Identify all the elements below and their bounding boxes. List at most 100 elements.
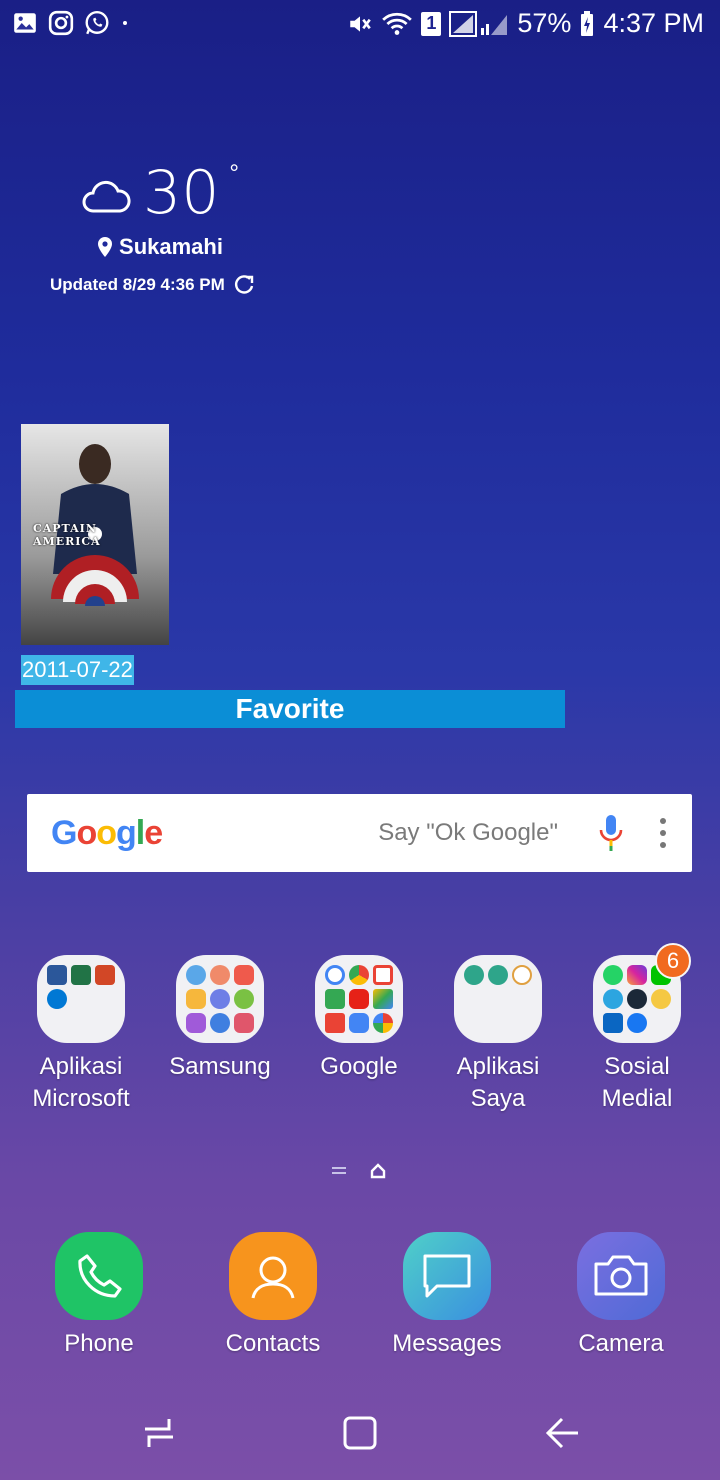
location-pin-icon (98, 237, 113, 257)
page-indicator[interactable] (332, 1163, 386, 1179)
email-icon (234, 965, 254, 985)
maps-icon (325, 989, 345, 1009)
favorite-button[interactable]: Favorite (15, 690, 565, 728)
store-icon (186, 1013, 206, 1033)
phone-icon (55, 1232, 143, 1320)
powerpoint-icon (95, 965, 115, 985)
mute-icon (350, 15, 372, 32)
dock-messages[interactable]: Messages (377, 1232, 517, 1358)
recent-apps-icon[interactable] (141, 1415, 177, 1451)
dock-camera[interactable]: Camera (551, 1232, 691, 1358)
status-bar-left (12, 10, 130, 36)
duo-icon (349, 1013, 369, 1033)
contacts-icon (229, 1232, 317, 1320)
updated-time: Updated 8/29 4:36 PM (50, 275, 225, 294)
galaxy-apps-icon (234, 989, 254, 1009)
favorite-label: Favorite (235, 693, 345, 724)
chrome-icon (349, 965, 369, 985)
gmail-icon (373, 965, 393, 985)
battery-percent: 57% (517, 8, 572, 38)
folder-label: Google (320, 1053, 398, 1080)
release-date: 2011-07-22 (21, 655, 134, 685)
location-name: Sukamahi (119, 234, 223, 259)
folder-sosial-medial[interactable]: 6 Sosial Medial (577, 943, 697, 1115)
onedrive-icon (47, 989, 67, 1009)
sim-icon: 1 (421, 11, 442, 36)
dock-phone[interactable]: Phone (29, 1232, 169, 1358)
dock-contacts[interactable]: Contacts (203, 1232, 343, 1358)
temperature: 30 (143, 158, 220, 228)
dock-label: Phone (64, 1330, 134, 1357)
word-icon (47, 965, 67, 985)
back-icon[interactable] (544, 1415, 580, 1451)
telegram-icon (603, 989, 623, 1009)
folder-icon (176, 955, 264, 1043)
camera-icon (577, 1232, 665, 1320)
dock-label: Contacts (225, 1330, 321, 1357)
home-page-icon (370, 1163, 386, 1179)
headset-icon (210, 1013, 230, 1033)
dock-label: Messages (392, 1330, 502, 1357)
folder-google[interactable]: Google (299, 955, 419, 1083)
play-movies-icon (325, 1013, 345, 1033)
more-options-icon[interactable] (658, 818, 668, 848)
degree-symbol: ° (229, 160, 239, 187)
gallery-icon (14, 13, 36, 33)
dock-label: Camera (578, 1330, 664, 1357)
excel-icon (71, 965, 91, 985)
search-hint: Say "Ok Google" (378, 819, 558, 846)
microphone-icon[interactable] (598, 813, 624, 853)
movie-poster[interactable]: CAPTAIN AMERICA (21, 424, 169, 645)
wifi-icon (382, 12, 413, 35)
youtube-icon (349, 989, 369, 1009)
voice-recorder-icon (210, 965, 230, 985)
folder-icon (37, 955, 125, 1043)
folder-label: Aplikasi Microsoft (32, 1053, 130, 1112)
notes-icon (234, 1013, 254, 1033)
temperature-row: 30 ° (50, 160, 270, 226)
location-row: Sukamahi (50, 234, 270, 260)
folder-label: Samsung (169, 1053, 271, 1080)
notification-badge: 6 (655, 943, 691, 979)
home-button-icon[interactable] (342, 1415, 378, 1451)
cloud-icon (82, 180, 131, 213)
folder-icon: 6 (593, 943, 691, 1043)
my-files-icon (186, 989, 206, 1009)
updated-row: Updated 8/29 4:36 PM (50, 274, 270, 296)
poster-title: CAPTAIN AMERICA (33, 522, 101, 548)
steam-icon (627, 989, 647, 1009)
refresh-icon[interactable] (233, 274, 255, 296)
drive-icon (373, 989, 393, 1009)
messages-icon (403, 1232, 491, 1320)
battery-icon (581, 10, 594, 36)
photos-icon (373, 1013, 393, 1033)
app-icon (512, 965, 532, 985)
clock: 4:37 PM (603, 8, 704, 38)
facebook-icon (627, 1013, 647, 1033)
google-search-bar[interactable]: Google Say "Ok Google" (27, 794, 692, 872)
folder-aplikasi-saya[interactable]: Aplikasi Saya (438, 955, 558, 1115)
folder-label: Sosial Medial (601, 1053, 673, 1112)
dot-icon (123, 21, 127, 25)
internet-icon (210, 989, 230, 1009)
signal-icon (449, 10, 508, 37)
contacts-app-icon (651, 989, 671, 1009)
instagram-icon (627, 965, 647, 985)
samsung-connect-icon (186, 965, 206, 985)
weather-widget[interactable]: 30 ° Sukamahi Updated 8/29 4:36 PM (50, 160, 270, 296)
instagram-icon (48, 10, 74, 36)
linkedin-icon (603, 1013, 623, 1033)
folder-icon (315, 955, 403, 1043)
google-logo: Google (51, 813, 163, 852)
folder-aplikasi-microsoft[interactable]: Aplikasi Microsoft (21, 955, 141, 1115)
whatsapp-icon (603, 965, 623, 985)
whatsapp-icon (85, 10, 109, 35)
android-app-icon (464, 965, 484, 985)
status-bar-right: 1 57% 4:37 PM (347, 8, 704, 39)
status-bar: 1 57% 4:37 PM (0, 0, 720, 50)
folder-icon (454, 955, 542, 1043)
folder-samsung[interactable]: Samsung (160, 955, 280, 1083)
menu-page-icon (332, 1167, 346, 1174)
google-app-icon (325, 965, 345, 985)
android-app-icon (488, 965, 508, 985)
